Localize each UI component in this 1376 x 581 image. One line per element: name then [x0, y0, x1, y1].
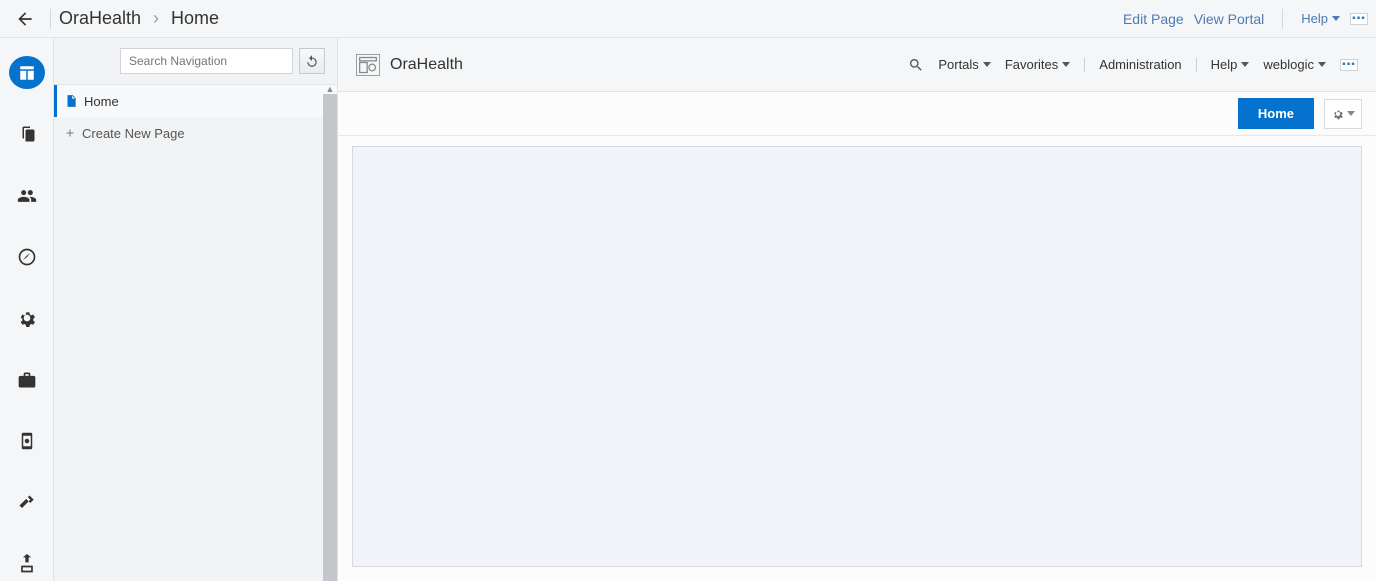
separator	[1282, 9, 1283, 29]
rail-item-device[interactable]	[9, 425, 45, 458]
gear-icon	[1332, 108, 1344, 120]
briefcase-icon	[17, 370, 37, 390]
tab-home[interactable]: Home	[1238, 98, 1314, 129]
header-right: Edit Page View Portal Help ▪▪▪	[1123, 9, 1368, 29]
breadcrumb-root[interactable]: OraHealth	[59, 8, 141, 29]
layout-icon	[18, 64, 36, 82]
administration-label: Administration	[1099, 57, 1181, 72]
portals-menu[interactable]: Portals	[938, 57, 990, 72]
create-new-page[interactable]: Create New Page	[54, 117, 337, 149]
separator	[1196, 58, 1197, 72]
rail-item-navigation[interactable]	[9, 240, 45, 273]
favorites-menu[interactable]: Favorites	[1005, 57, 1070, 72]
top-header: OraHealth › Home Edit Page View Portal H…	[0, 0, 1376, 38]
people-icon	[17, 186, 37, 206]
chevron-down-icon	[1318, 62, 1326, 67]
pages-icon	[18, 125, 36, 143]
administration-link[interactable]: Administration	[1099, 57, 1181, 72]
workspace: Home Create New Page ▲ OraHealth Po	[0, 38, 1376, 581]
tab-bar: Home	[338, 92, 1376, 136]
more-menu-button[interactable]: ▪▪▪	[1350, 13, 1368, 25]
more-dots-icon: ▪▪▪	[1342, 60, 1356, 70]
refresh-button[interactable]	[299, 48, 325, 74]
plus-icon	[64, 127, 76, 139]
nav-list: Home Create New Page	[54, 84, 337, 149]
arrow-left-icon	[15, 9, 35, 29]
back-button[interactable]	[8, 0, 42, 38]
chevron-down-icon	[983, 62, 991, 67]
left-icon-rail	[0, 38, 54, 581]
rail-item-assets[interactable]	[9, 363, 45, 396]
page-icon	[64, 94, 78, 108]
user-menu[interactable]: weblogic	[1263, 57, 1326, 72]
chevron-down-icon	[1332, 16, 1340, 21]
canvas-area	[338, 136, 1376, 581]
chevron-down-icon	[1347, 111, 1355, 116]
scroll-track	[323, 94, 337, 581]
user-label: weblogic	[1263, 57, 1314, 72]
portal-logo-icon	[356, 54, 380, 76]
refresh-icon	[305, 54, 319, 68]
chevron-down-icon	[1062, 62, 1070, 67]
portal-title: OraHealth	[390, 56, 463, 74]
search-button[interactable]	[908, 57, 924, 73]
rail-item-members[interactable]	[9, 179, 45, 212]
separator	[1084, 58, 1085, 72]
help-label: Help	[1301, 11, 1328, 26]
rail-item-import[interactable]	[9, 548, 45, 581]
rail-item-tools[interactable]	[9, 486, 45, 519]
compass-icon	[17, 247, 37, 267]
rail-item-settings[interactable]	[9, 302, 45, 335]
portal-help-menu[interactable]: Help	[1211, 57, 1250, 72]
portal-more-menu[interactable]: ▪▪▪	[1340, 59, 1358, 71]
gear-icon	[17, 308, 37, 328]
nav-item-label: Home	[84, 94, 119, 109]
chevron-down-icon	[1241, 62, 1249, 67]
favorites-label: Favorites	[1005, 57, 1058, 72]
tab-settings-button[interactable]	[1324, 99, 1362, 129]
content-area: OraHealth Portals Favorites Administrati…	[338, 38, 1376, 581]
nav-scrollbar[interactable]: ▲	[323, 84, 337, 581]
edit-page-link[interactable]: Edit Page	[1123, 11, 1184, 27]
hammer-icon	[17, 493, 37, 513]
scroll-up-icon: ▲	[323, 84, 337, 94]
portal-help-label: Help	[1211, 57, 1238, 72]
portal-menu-bar: Portals Favorites Administration Help	[908, 57, 1358, 73]
create-new-page-label: Create New Page	[82, 126, 185, 141]
breadcrumb-current: Home	[171, 8, 219, 29]
import-icon	[17, 554, 37, 574]
more-dots-icon: ▪▪▪	[1352, 14, 1366, 24]
search-navigation-input[interactable]	[120, 48, 293, 74]
navigation-panel: Home Create New Page ▲	[54, 38, 338, 581]
rail-item-pages[interactable]	[9, 117, 45, 150]
view-portal-link[interactable]: View Portal	[1194, 11, 1265, 27]
portal-header: OraHealth Portals Favorites Administrati…	[338, 38, 1376, 92]
breadcrumb: OraHealth › Home	[59, 8, 219, 29]
page-canvas[interactable]	[352, 146, 1362, 567]
rail-item-layout[interactable]	[9, 56, 45, 89]
search-icon	[908, 57, 924, 73]
help-menu[interactable]: Help	[1301, 11, 1340, 26]
nav-item-home[interactable]: Home	[54, 85, 337, 117]
breadcrumb-separator: ›	[153, 8, 159, 29]
device-icon	[18, 431, 36, 451]
separator	[50, 9, 51, 29]
nav-search-row	[54, 38, 337, 84]
portals-label: Portals	[938, 57, 978, 72]
